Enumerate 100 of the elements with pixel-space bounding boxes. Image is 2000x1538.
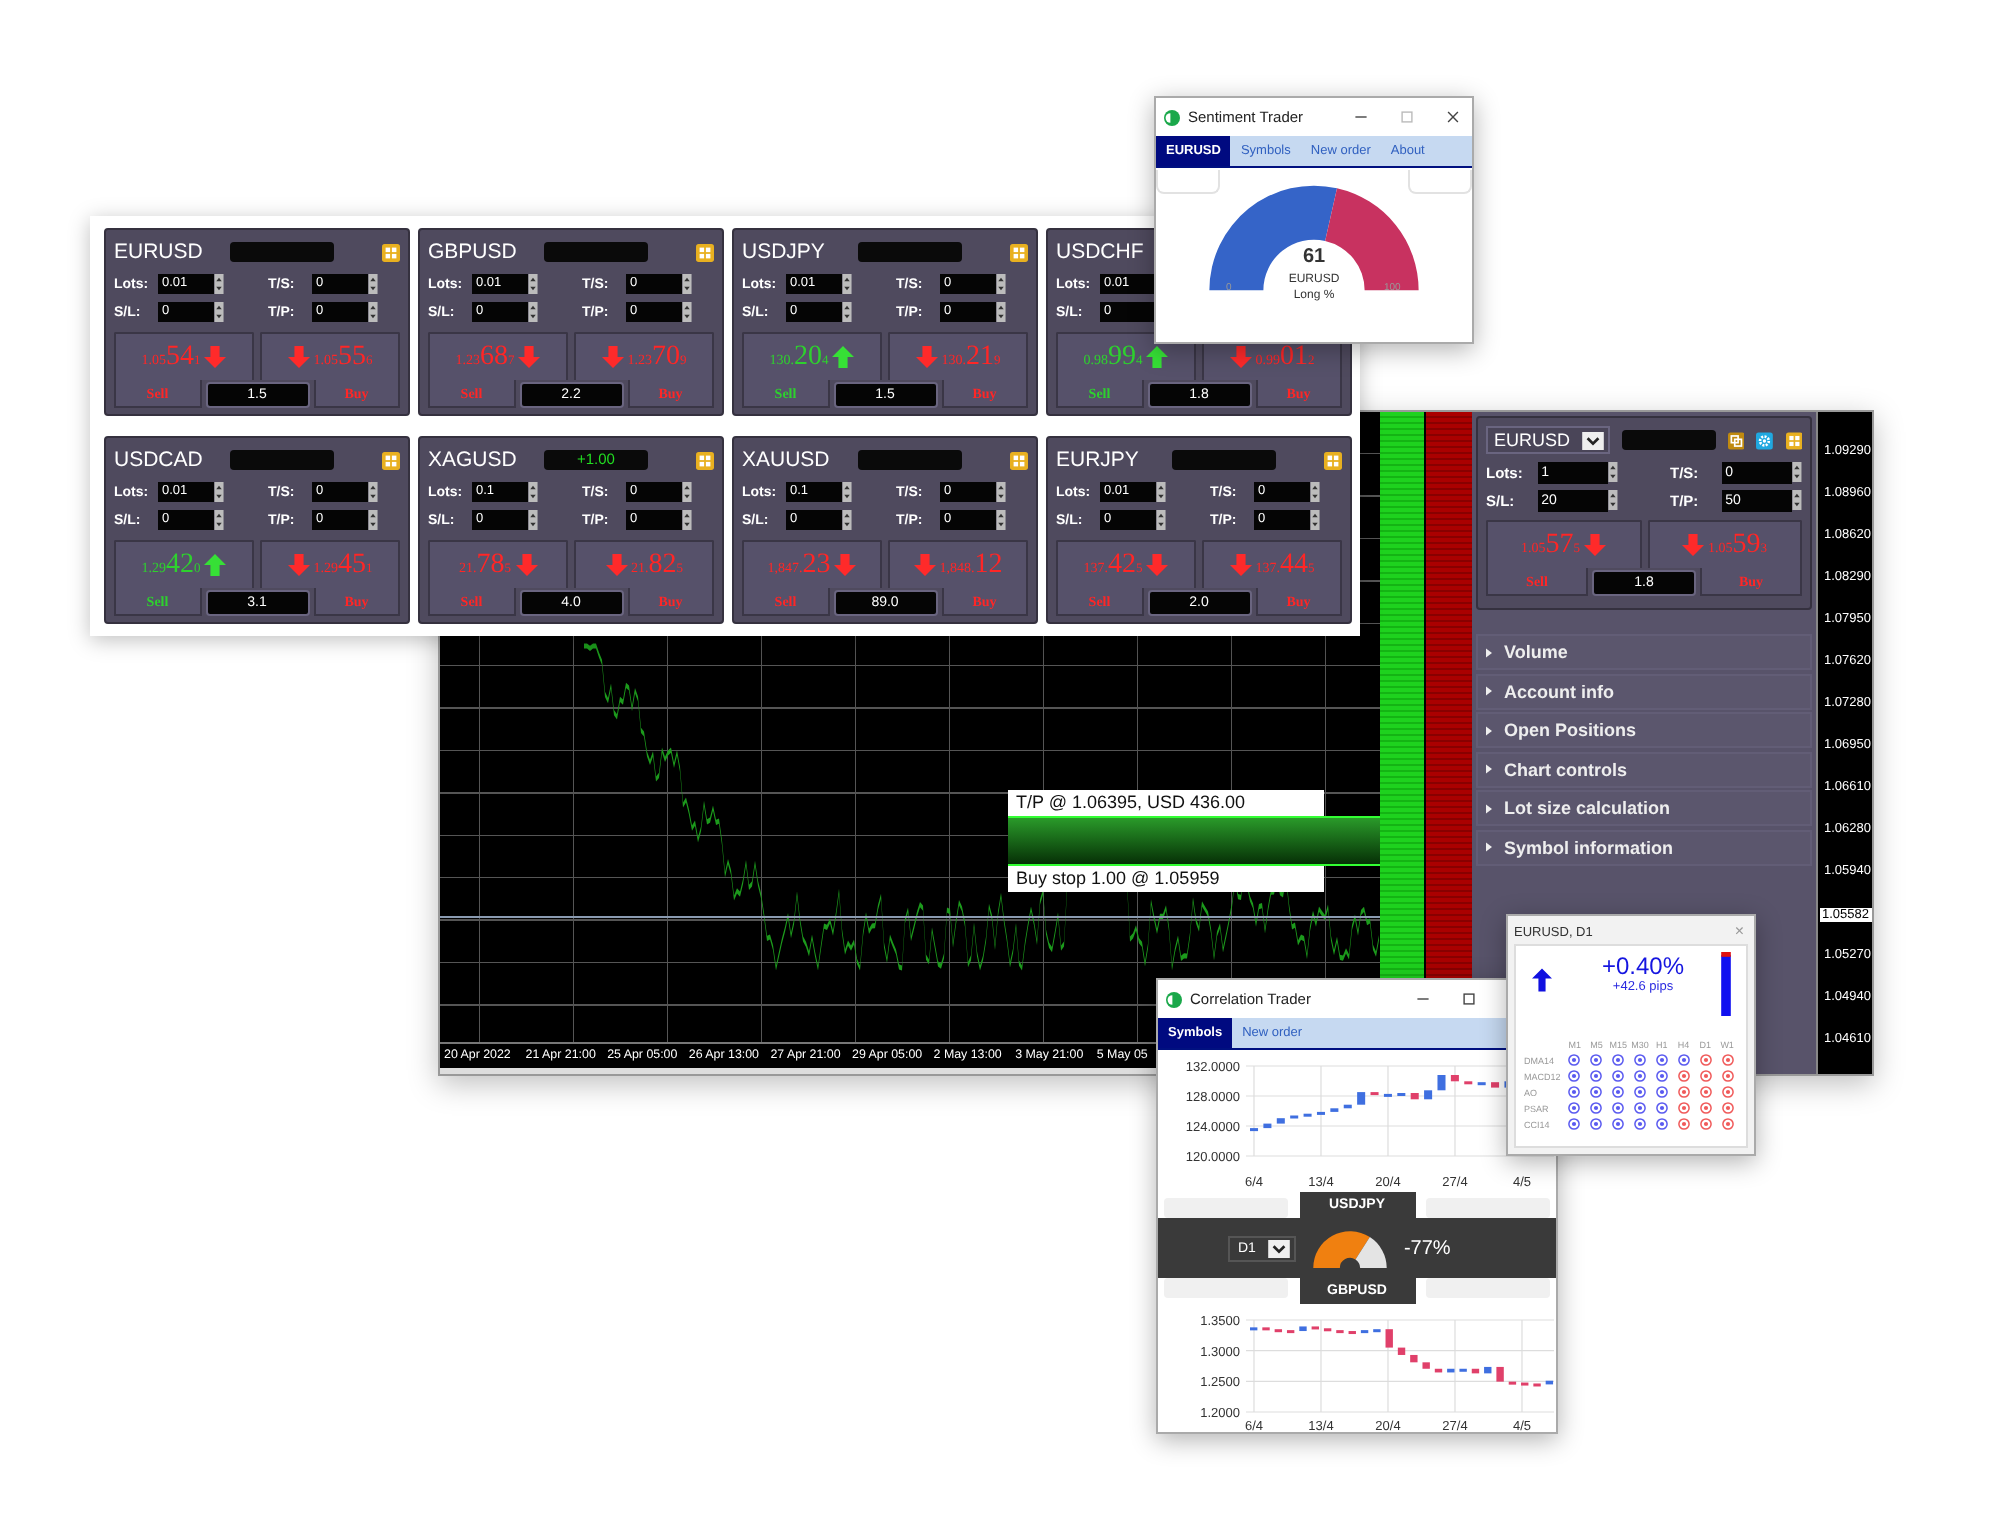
down-arrow-icon: [515, 554, 537, 576]
up-arrow-icon: [1146, 346, 1169, 368]
grid-icon[interactable]: [696, 451, 714, 469]
pnl-display: [544, 242, 648, 262]
down-arrow-icon: [287, 346, 310, 368]
up-arrow-icon: [204, 554, 227, 576]
symbol-title: USDCHF: [1056, 240, 1146, 264]
spinner-icon[interactable]: [682, 482, 692, 502]
spinner-icon[interactable]: [842, 510, 852, 530]
symbol-title: XAUUSD: [742, 448, 832, 472]
down-arrow-icon: [1229, 554, 1252, 576]
spinner-icon[interactable]: [996, 302, 1006, 322]
minimize-icon[interactable]: [1354, 110, 1368, 124]
minimize-icon[interactable]: [1416, 992, 1430, 1006]
spinner-icon[interactable]: [368, 274, 378, 294]
spinner-icon[interactable]: [528, 510, 538, 530]
order-label[interactable]: Buy stop 1.00 @ 1.05959: [1008, 866, 1324, 892]
down-arrow-icon: [605, 554, 627, 576]
section-toggle[interactable]: Lot size calculation: [1476, 790, 1812, 826]
spinner-icon[interactable]: [1310, 482, 1320, 502]
expand-icon: [1486, 803, 1492, 813]
grid-icon[interactable]: [382, 451, 400, 469]
up-arrow-icon: [1532, 968, 1552, 992]
symbol-title: GBPUSD: [428, 240, 519, 264]
spinner-icon[interactable]: [682, 510, 692, 530]
correlation-value: -77%: [1403, 1237, 1451, 1259]
spinner-icon[interactable]: [368, 510, 378, 530]
blank-panel: [1426, 1278, 1550, 1298]
pnl-display: [858, 242, 962, 262]
down-arrow-icon: [834, 554, 857, 576]
grid-icon[interactable]: [696, 243, 714, 261]
gauge-value: 61: [1300, 246, 1328, 268]
grid-icon[interactable]: [1010, 243, 1028, 261]
grid-icon[interactable]: [1324, 451, 1342, 469]
spinner-icon[interactable]: [1156, 510, 1166, 530]
expand-icon: [1486, 842, 1492, 852]
pnl-display: [1622, 430, 1716, 450]
spinner-icon[interactable]: [996, 510, 1006, 530]
spinner-icon[interactable]: [214, 510, 224, 530]
down-arrow-icon: [915, 346, 938, 368]
take-profit-label[interactable]: T/P @ 1.06395, USD 436.00: [1008, 790, 1324, 816]
spinner-icon[interactable]: [1310, 510, 1320, 530]
spinner-icon[interactable]: [214, 274, 224, 294]
spinner-icon[interactable]: [528, 274, 538, 294]
section-toggle[interactable]: Chart controls: [1476, 751, 1812, 787]
symbol-dropdown[interactable]: EURUSD: [1486, 426, 1611, 454]
spinner-icon[interactable]: [368, 482, 378, 502]
symbol-title: EURJPY: [1056, 448, 1141, 472]
symbol-title: USDCAD: [114, 448, 205, 472]
expand-icon: [1486, 647, 1492, 657]
spinner-icon[interactable]: [1792, 490, 1802, 510]
caret-icon: [1267, 1239, 1290, 1257]
spinner-icon[interactable]: [682, 302, 692, 322]
spinner-icon[interactable]: [368, 302, 378, 322]
grid-icon[interactable]: [1785, 431, 1802, 449]
blank-panel: [1156, 170, 1220, 194]
app-logo-icon: [1164, 109, 1180, 125]
symbol-title: EURUSD: [114, 240, 205, 264]
down-arrow-icon: [1229, 346, 1252, 368]
spinner-icon[interactable]: [214, 482, 224, 502]
down-arrow-icon: [1682, 534, 1704, 556]
correlation-gauge: [1311, 1229, 1388, 1267]
spinner-icon[interactable]: [1608, 490, 1618, 510]
grid-icon[interactable]: [382, 243, 400, 261]
section-toggle[interactable]: Account info: [1476, 673, 1812, 709]
expand-icon: [1486, 725, 1492, 735]
close-icon[interactable]: [1446, 110, 1460, 124]
app-logo-icon: [1166, 991, 1182, 1007]
expand-icon: [1486, 686, 1492, 696]
settings-icon[interactable]: [1756, 431, 1774, 449]
spinner-icon[interactable]: [214, 302, 224, 322]
maximize-icon[interactable]: [1462, 992, 1476, 1006]
section-toggle[interactable]: Open Positions: [1476, 712, 1812, 748]
spinner-icon[interactable]: [1792, 462, 1802, 482]
pnl-display: [1172, 450, 1276, 470]
spinner-icon[interactable]: [1608, 462, 1618, 482]
spinner-icon[interactable]: [996, 482, 1006, 502]
spinner-icon[interactable]: [1156, 482, 1166, 502]
spinner-icon[interactable]: [842, 302, 852, 322]
down-arrow-icon: [204, 346, 227, 368]
symbol-title: XAGUSD: [428, 448, 519, 472]
spinner-icon[interactable]: [842, 274, 852, 294]
grid-icon[interactable]: [1010, 451, 1028, 469]
down-arrow-icon: [913, 554, 936, 576]
section-toggle[interactable]: Volume: [1476, 634, 1812, 670]
section-toggle[interactable]: Symbol information: [1476, 829, 1812, 865]
spinner-icon[interactable]: [528, 482, 538, 502]
symbol-title: USDJPY: [742, 240, 827, 264]
down-arrow-icon: [601, 346, 624, 368]
down-arrow-icon: [1584, 534, 1606, 556]
spinner-icon[interactable]: [996, 274, 1006, 294]
blank-panel: [1164, 1198, 1288, 1218]
spinner-icon[interactable]: [528, 302, 538, 322]
blank-panel: [1164, 1278, 1288, 1298]
spinner-icon[interactable]: [842, 482, 852, 502]
pnl-display: [858, 450, 962, 470]
spinner-icon[interactable]: [682, 274, 692, 294]
link-icon[interactable]: [1727, 431, 1745, 449]
strength-bar-drawing: [1718, 952, 1734, 1016]
pnl-display: [230, 450, 334, 470]
